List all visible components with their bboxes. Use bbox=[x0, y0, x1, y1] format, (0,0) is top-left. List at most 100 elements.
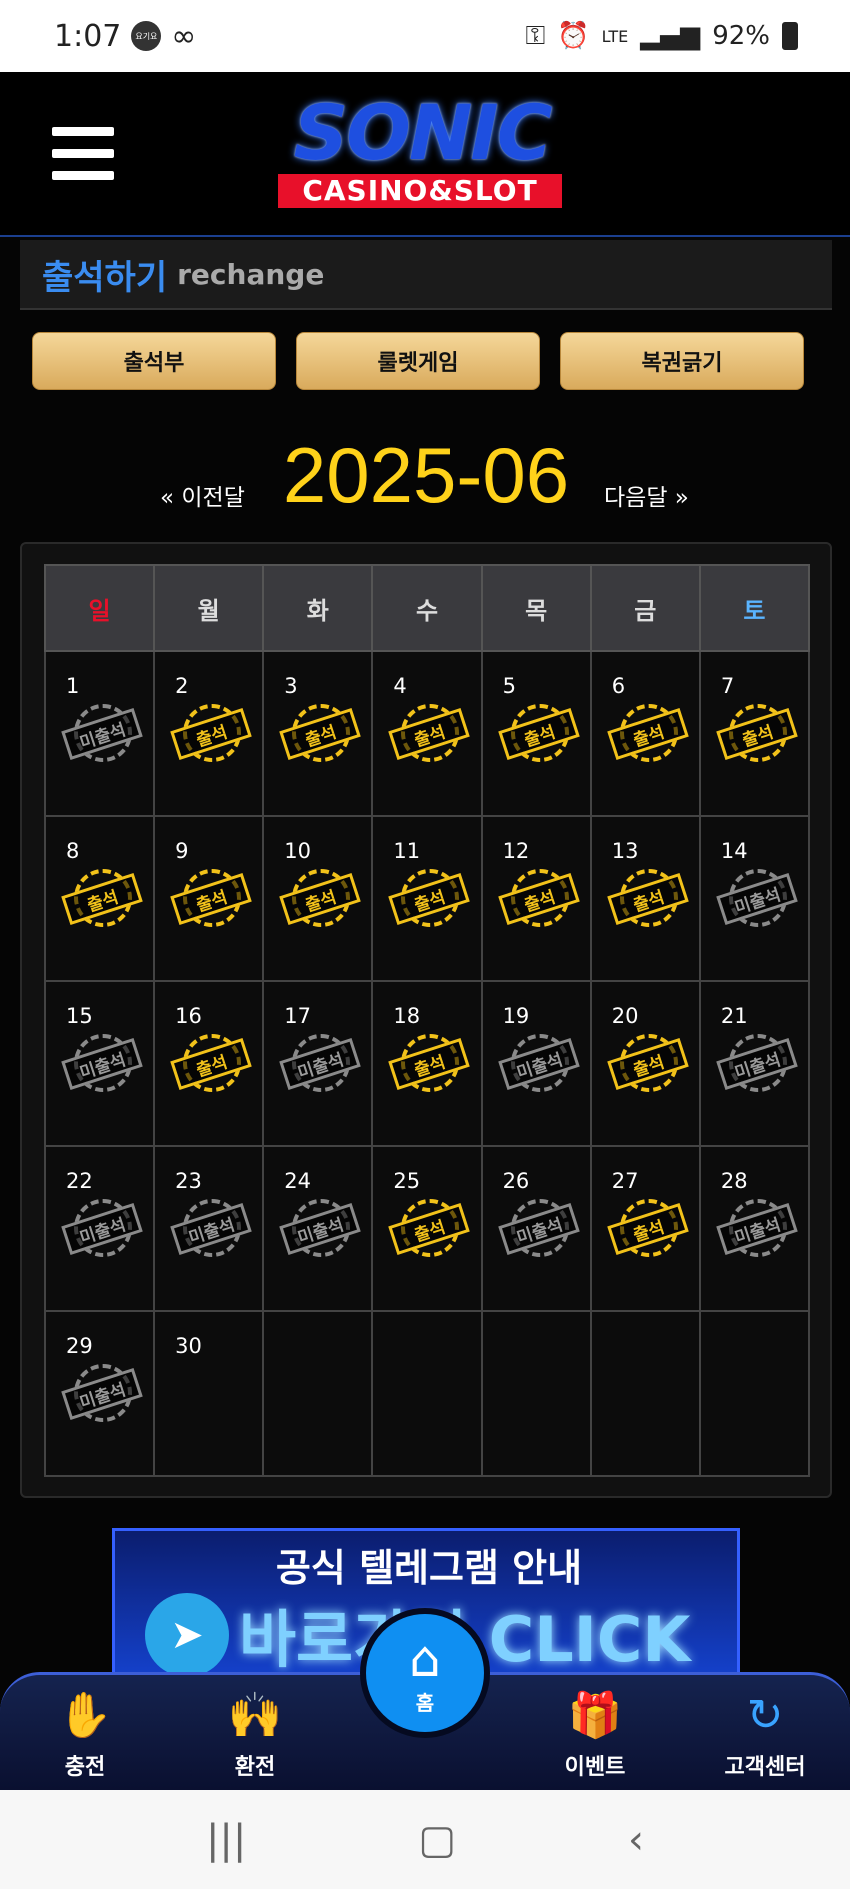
calendar-day-cell[interactable]: 5 출석 bbox=[480, 650, 592, 817]
hamburger-menu-icon[interactable] bbox=[52, 127, 114, 183]
calendar-day-cell[interactable]: 7 출석 bbox=[698, 650, 811, 817]
day-number: 23 bbox=[175, 1169, 202, 1193]
day-number: 22 bbox=[66, 1169, 93, 1193]
absent-stamp-icon[interactable]: 미출석 bbox=[716, 869, 798, 931]
calendar-day-cell bbox=[480, 1310, 592, 1477]
calendar-day-cell[interactable]: 2 출석 bbox=[153, 650, 265, 817]
calendar-day-cell[interactable]: 19 미출석 bbox=[480, 980, 592, 1147]
attended-stamp-icon[interactable]: 출석 bbox=[606, 704, 689, 766]
day-number: 27 bbox=[611, 1169, 639, 1193]
attended-stamp-icon[interactable]: 출석 bbox=[497, 704, 580, 766]
absent-stamp-icon[interactable]: 미출석 bbox=[497, 1034, 580, 1096]
calendar-day-cell[interactable]: 3 출석 bbox=[262, 650, 374, 817]
calendar-day-cell[interactable]: 11 출석 bbox=[371, 815, 483, 982]
attended-stamp-icon[interactable]: 출석 bbox=[388, 1199, 471, 1261]
calendar-day-cell[interactable]: 23 미출석 bbox=[153, 1145, 265, 1312]
attended-stamp-icon[interactable]: 출석 bbox=[279, 704, 362, 766]
absent-stamp-icon[interactable]: 미출석 bbox=[61, 1199, 143, 1261]
calendar-day-cell[interactable]: 10 출석 bbox=[262, 815, 374, 982]
attended-stamp-icon[interactable]: 출석 bbox=[388, 704, 471, 766]
calendar-day-cell[interactable]: 12 출석 bbox=[480, 815, 592, 982]
calendar-day-cell[interactable]: 6 출석 bbox=[589, 650, 701, 817]
home-system-icon[interactable]: ▢ bbox=[418, 1817, 456, 1863]
calendar-day-cell[interactable]: 21 미출석 bbox=[698, 980, 811, 1147]
calendar-day-cell[interactable]: 13 출석 bbox=[589, 815, 701, 982]
calendar-day-cell[interactable]: 17 미출석 bbox=[262, 980, 374, 1147]
home-button[interactable]: ⌂ 홈 bbox=[360, 1608, 490, 1738]
attended-stamp-icon[interactable]: 출석 bbox=[61, 869, 143, 931]
prev-month-link[interactable]: « 이전달 bbox=[160, 478, 245, 512]
calendar-day-cell[interactable]: 14 미출석 bbox=[698, 815, 811, 982]
attended-stamp-icon[interactable]: 출석 bbox=[716, 704, 798, 766]
key-icon: ⚿ bbox=[525, 20, 546, 51]
attended-stamp-icon[interactable]: 출석 bbox=[497, 869, 580, 931]
calendar-day-cell[interactable]: 28 미출석 bbox=[698, 1145, 811, 1312]
absent-stamp-icon[interactable]: 미출석 bbox=[279, 1034, 362, 1096]
nav-deposit-label: 충전 bbox=[64, 1755, 106, 1780]
attended-stamp-icon[interactable]: 출석 bbox=[170, 704, 252, 766]
attended-stamp-icon[interactable]: 출석 bbox=[606, 869, 689, 931]
weekday-header: 월 bbox=[153, 564, 265, 652]
recent-apps-icon[interactable]: ||| bbox=[206, 1817, 246, 1863]
calendar-day-cell[interactable]: 15 미출석 bbox=[43, 980, 156, 1147]
attended-stamp-icon[interactable]: 출석 bbox=[279, 869, 362, 931]
logo-main-text: SONIC bbox=[293, 88, 552, 177]
calendar-day-cell[interactable]: 27 출석 bbox=[589, 1145, 701, 1312]
attended-stamp-icon[interactable]: 출석 bbox=[388, 869, 471, 931]
calendar-day-cell[interactable]: 8 출석 bbox=[43, 815, 156, 982]
attended-stamp-icon[interactable]: 출석 bbox=[606, 1199, 689, 1261]
deposit-hand-icon: ✋ bbox=[57, 1690, 113, 1741]
calendar-day-cell[interactable]: 9 출석 bbox=[153, 815, 265, 982]
absent-stamp-icon[interactable]: 미출석 bbox=[61, 704, 143, 766]
tab-lottery[interactable]: 복권긁기 bbox=[560, 332, 804, 390]
calendar-day-cell[interactable]: 24 미출석 bbox=[262, 1145, 374, 1312]
nav-support[interactable]: ↻ 고객센터 bbox=[700, 1689, 830, 1789]
absent-stamp-icon[interactable]: 미출석 bbox=[61, 1364, 143, 1426]
calendar-day-cell[interactable]: 22 미출석 bbox=[43, 1145, 156, 1312]
tab-attendance[interactable]: 출석부 bbox=[32, 332, 276, 390]
attended-stamp-icon[interactable]: 출석 bbox=[170, 1034, 252, 1096]
absent-stamp-icon[interactable]: 미출석 bbox=[170, 1199, 252, 1261]
absent-stamp-icon[interactable]: 미출석 bbox=[497, 1199, 580, 1261]
attended-stamp-icon[interactable]: 출석 bbox=[170, 869, 252, 931]
calendar-day-cell[interactable]: 29 미출석 bbox=[43, 1310, 156, 1477]
app-badge-icon: 요기요 bbox=[131, 21, 162, 51]
attended-stamp-icon[interactable]: 출석 bbox=[388, 1034, 471, 1096]
back-icon[interactable]: ‹ bbox=[628, 1817, 644, 1863]
calendar-day-cell[interactable]: 26 미출석 bbox=[480, 1145, 592, 1312]
calendar-day-cell[interactable]: 1 미출석 bbox=[43, 650, 156, 817]
day-number: 3 bbox=[284, 674, 298, 698]
nav-withdraw-label: 환전 bbox=[234, 1755, 276, 1780]
calendar-day-cell[interactable]: 16 출석 bbox=[153, 980, 265, 1147]
weekday-header: 수 bbox=[371, 564, 483, 652]
calendar-day-cell bbox=[589, 1310, 701, 1477]
calendar-day-cell[interactable]: 25 출석 bbox=[371, 1145, 483, 1312]
home-label: 홈 bbox=[415, 1690, 435, 1715]
attendance-calendar: 일월화수목금토 1 미출석 2 출석 3 출석 4 출석 5 출석 6 출석 7 출석 8 출석 9 출석 10 출석… bbox=[43, 564, 811, 1477]
calendar-day-cell[interactable]: 18 출석 bbox=[371, 980, 483, 1147]
calendar-day-cell[interactable]: 4 출석 bbox=[371, 650, 483, 817]
absent-stamp-icon[interactable]: 미출석 bbox=[279, 1199, 362, 1261]
absent-stamp-icon[interactable]: 미출석 bbox=[716, 1199, 798, 1261]
battery-icon bbox=[782, 22, 798, 50]
logo-sub-text: CASINO&SLOT bbox=[278, 174, 562, 208]
nav-support-label: 고객센터 bbox=[724, 1755, 806, 1780]
attendance-tabs: 출석부 룰렛게임 복권긁기 bbox=[32, 332, 804, 390]
home-icon: ⌂ bbox=[409, 1629, 441, 1688]
tab-roulette[interactable]: 룰렛게임 bbox=[296, 332, 540, 390]
nav-withdraw[interactable]: 🙌 환전 bbox=[190, 1689, 320, 1789]
absent-stamp-icon[interactable]: 미출석 bbox=[61, 1034, 143, 1096]
calendar-week: 29 미출석 30 bbox=[43, 1310, 811, 1477]
calendar-panel: 일월화수목금토 1 미출석 2 출석 3 출석 4 출석 5 출석 6 출석 7 출석 8 출석 9 출석 10 출석… bbox=[20, 542, 832, 1498]
attended-stamp-icon[interactable]: 출석 bbox=[606, 1034, 689, 1096]
section-title: 출석하기 bbox=[42, 257, 168, 298]
nav-event[interactable]: 🎁 이벤트 bbox=[530, 1689, 660, 1789]
nav-deposit[interactable]: ✋ 충전 bbox=[20, 1689, 150, 1789]
day-number: 26 bbox=[502, 1169, 530, 1193]
absent-stamp-icon[interactable]: 미출석 bbox=[716, 1034, 798, 1096]
calendar-day-cell[interactable]: 20 출석 bbox=[589, 980, 701, 1147]
next-month-link[interactable]: 다음달 » bbox=[604, 478, 689, 512]
calendar-day-cell[interactable]: 30 bbox=[153, 1310, 265, 1477]
day-number: 9 bbox=[175, 839, 189, 863]
site-logo[interactable]: SONIC CASINO&SLOT bbox=[262, 94, 582, 224]
